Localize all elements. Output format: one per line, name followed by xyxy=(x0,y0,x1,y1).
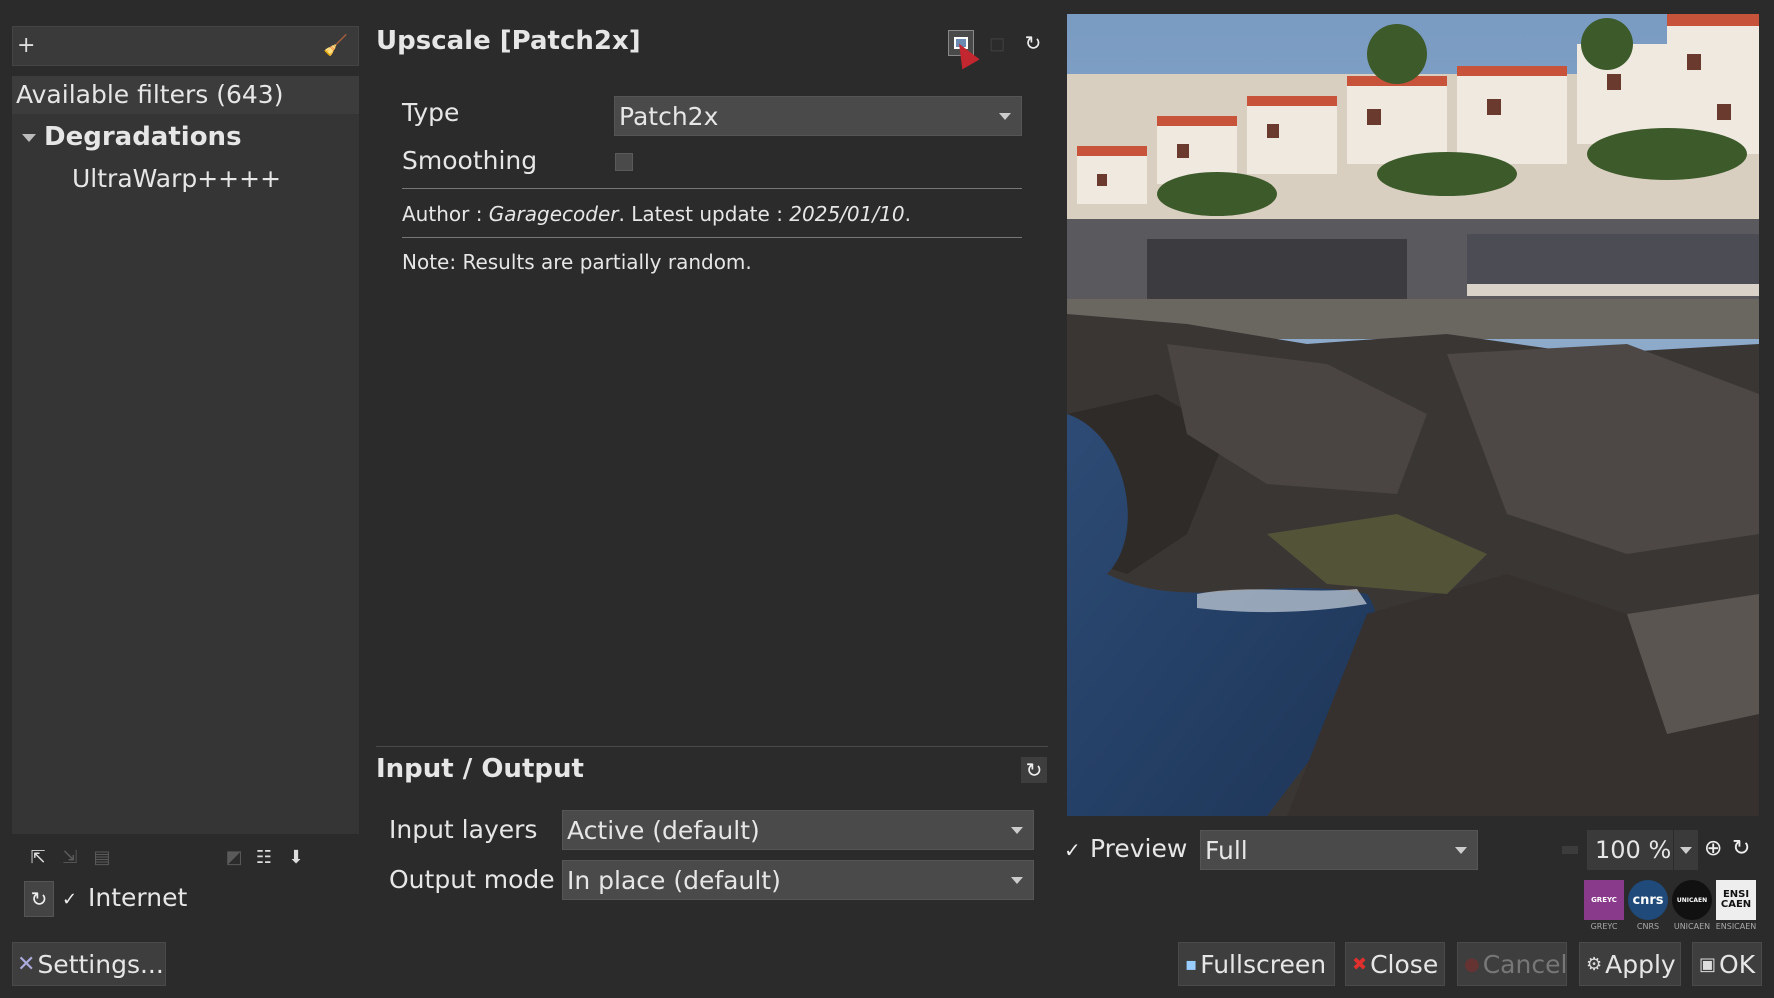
zoom-out-icon[interactable] xyxy=(1562,846,1578,854)
settings-label: Settings... xyxy=(37,949,164,979)
ok-button[interactable]: ▣ OK xyxy=(1692,942,1762,986)
filter-search-bar[interactable]: + 🧹 xyxy=(12,26,359,66)
visibility-icon[interactable]: ◩ xyxy=(220,843,248,871)
apply-button[interactable]: ⚙ Apply xyxy=(1579,942,1681,986)
cancel-label: Cancel xyxy=(1482,949,1568,979)
ok-icon: ▣ xyxy=(1699,953,1717,975)
internet-checkbox[interactable]: ✓ xyxy=(62,889,80,910)
zoom-in-icon[interactable]: ⊕ xyxy=(1704,836,1722,861)
cancel-button[interactable]: ● Cancel xyxy=(1457,942,1567,986)
expand-arrow-icon[interactable] xyxy=(22,134,36,142)
io-title: Input / Output xyxy=(376,754,584,784)
list-options-icon[interactable]: ☷ xyxy=(250,843,278,871)
zoom-reset-icon[interactable]: ↻ xyxy=(1732,836,1750,861)
io-divider[interactable] xyxy=(376,746,1048,747)
reset-io-button[interactable]: ↻ xyxy=(1021,757,1047,783)
preview-label: Preview xyxy=(1090,834,1188,863)
output-mode-select[interactable]: In place (default) xyxy=(562,860,1034,900)
output-mode-value: In place (default) xyxy=(567,865,781,895)
separator xyxy=(402,188,1022,189)
randomize-button[interactable]: ◻ xyxy=(984,30,1010,56)
preview-checkbox[interactable]: ✓ xyxy=(1064,838,1081,862)
reset-params-button[interactable]: ↻ xyxy=(1020,30,1046,56)
apply-label: Apply xyxy=(1605,949,1676,979)
cnrs-logo: cnrs xyxy=(1628,880,1668,920)
category-label: Degradations xyxy=(44,122,242,152)
zoom-value: 100 % xyxy=(1595,836,1672,864)
preview-mode-select[interactable]: Full xyxy=(1200,830,1478,870)
add-fave-icon[interactable]: ⇱ xyxy=(24,843,52,871)
input-layers-label: Input layers xyxy=(389,815,538,844)
add-favorite-icon[interactable]: + xyxy=(17,33,35,58)
filter-tree: Available filters (643) Degradations Ult… xyxy=(12,76,359,834)
logos-bar: GREYC GREYC cnrs CNRS UNICAEN UNICAEN EN… xyxy=(1584,880,1760,931)
available-filters-header: Available filters (643) xyxy=(12,76,359,114)
author-info: Author : Garagecoder. Latest update : 20… xyxy=(402,202,911,226)
download-icon[interactable]: ⬇ xyxy=(282,843,310,871)
filter-title: Upscale [Patch2x] xyxy=(376,26,641,56)
input-layers-select[interactable]: Active (default) xyxy=(562,810,1034,850)
greyc-caption: GREYC xyxy=(1590,922,1618,931)
settings-button[interactable]: ✕ Settings... xyxy=(12,942,166,986)
tree-category-degradations[interactable]: Degradations xyxy=(12,120,359,158)
preview-controls: ✓ Preview Full 100 % ⊕ ↻ xyxy=(1064,830,1764,870)
close-button[interactable]: ✖ Close xyxy=(1345,942,1445,986)
fullscreen-icon: ▪ xyxy=(1185,953,1198,975)
close-icon: ✖ xyxy=(1352,953,1368,975)
dropdown-icon xyxy=(999,113,1011,120)
apply-icon: ⚙ xyxy=(1586,953,1603,975)
dropdown-icon xyxy=(1011,827,1023,834)
separator xyxy=(402,237,1022,238)
rename-fave-icon[interactable]: ⇲ xyxy=(56,843,84,871)
unicaen-caption: UNICAEN xyxy=(1673,922,1711,931)
dropdown-icon xyxy=(1011,877,1023,884)
smoothing-checkbox[interactable] xyxy=(615,153,633,171)
tools-icon: ✕ xyxy=(17,951,36,977)
cnrs-caption: CNRS xyxy=(1636,922,1660,931)
greyc-logo: GREYC xyxy=(1584,880,1624,920)
fullscreen-button[interactable]: ▪ Fullscreen xyxy=(1178,942,1335,986)
preview-mode-value: Full xyxy=(1205,835,1248,865)
ensicaen-caption: ENSICAEN xyxy=(1715,922,1757,931)
remove-fave-icon[interactable]: ▤ xyxy=(88,843,116,871)
ok-label: OK xyxy=(1719,949,1756,979)
internet-label: Internet xyxy=(88,883,188,912)
filter-note: Note: Results are partially random. xyxy=(402,250,752,274)
update-filters-button[interactable]: ↻ xyxy=(24,881,54,917)
type-label: Type xyxy=(402,98,460,127)
close-label: Close xyxy=(1370,949,1439,979)
gmic-qt-window: + 🧹 Available filters (643) Degradations… xyxy=(0,0,1774,998)
ensicaen-logo: ENSI CAEN xyxy=(1716,880,1756,920)
tree-item-filter[interactable]: UltraWarp++++ xyxy=(72,164,281,193)
unicaen-logo: UNICAEN xyxy=(1672,880,1712,920)
type-value: Patch2x xyxy=(619,101,719,131)
input-layers-value: Active (default) xyxy=(567,815,760,845)
smoothing-label: Smoothing xyxy=(402,146,538,175)
type-select[interactable]: Patch2x xyxy=(614,96,1022,136)
output-mode-label: Output mode xyxy=(389,865,555,894)
zoom-field[interactable]: 100 % xyxy=(1587,830,1673,870)
filter-tree-toolbar: ⇱ ⇲ ▤ ◩ ☷ ⬇ xyxy=(24,843,354,873)
zoom-dropdown[interactable] xyxy=(1674,830,1698,870)
cancel-icon: ● xyxy=(1464,953,1480,975)
dropdown-icon xyxy=(1455,847,1467,854)
fullscreen-label: Fullscreen xyxy=(1200,949,1327,979)
preview-image[interactable] xyxy=(1067,14,1759,816)
clear-search-icon[interactable]: 🧹 xyxy=(323,33,348,57)
